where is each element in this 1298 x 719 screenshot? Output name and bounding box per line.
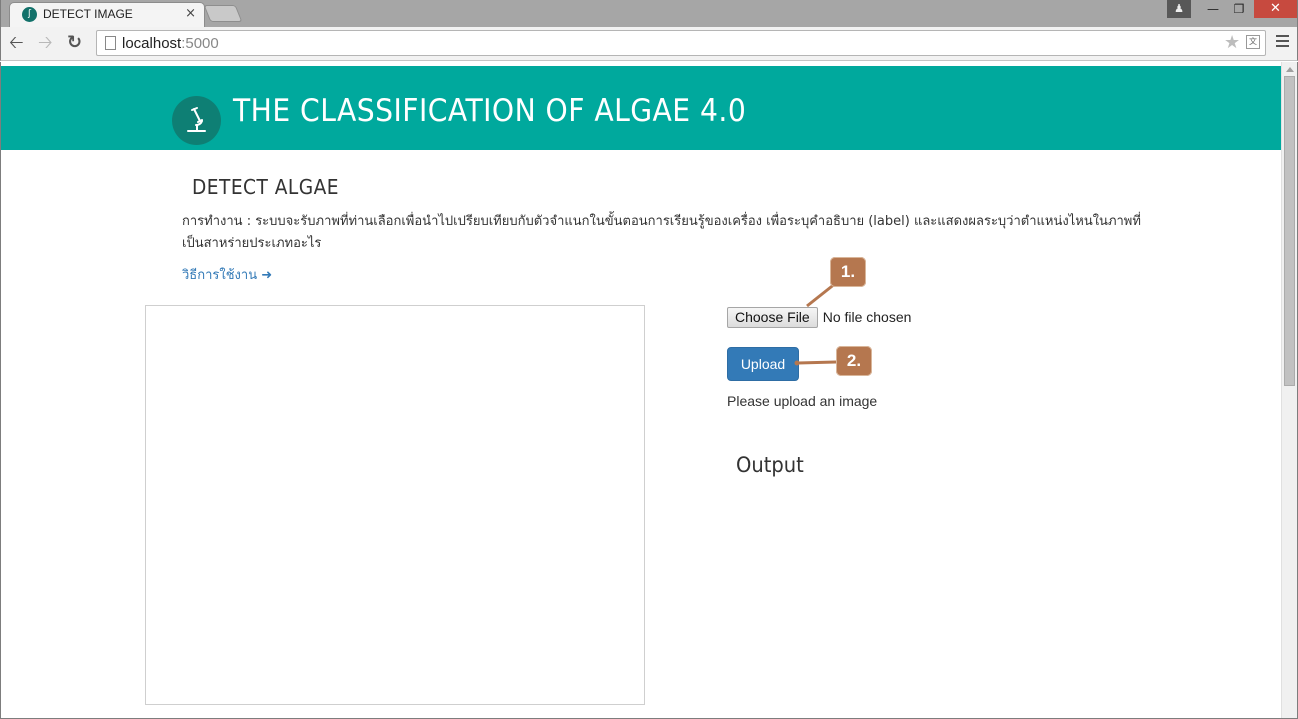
file-status-text: No file chosen (822, 309, 912, 325)
address-bar[interactable]: localhost:5000 ★ 文 (96, 30, 1266, 56)
scroll-thumb[interactable] (1284, 76, 1295, 386)
choose-file-button[interactable]: Choose File (727, 306, 818, 328)
arrow-right-icon: ➜ (261, 268, 273, 283)
menu-icon[interactable] (1276, 35, 1289, 50)
page-viewport: THE CLASSIFICATION OF ALGAE 4.0 DETECT A… (0, 62, 1298, 719)
minimize-window-icon[interactable]: — (1200, 0, 1226, 18)
scroll-up-arrow-icon[interactable] (1286, 67, 1294, 72)
star-icon[interactable]: ★ (1224, 32, 1240, 53)
how-to-use-label: วิธีการใช้งาน (182, 268, 258, 283)
output-title: Output (736, 453, 804, 477)
step-1-callout: 1. (830, 257, 866, 287)
upload-status-text: Please upload an image (727, 393, 878, 409)
browser-tab[interactable]: ʃ DETECT IMAGE × (9, 2, 205, 28)
browser-titlebar: ʃ DETECT IMAGE × ♟ — ❐ ✕ (0, 0, 1298, 28)
page-title: THE CLASSIFICATION OF ALGAE 4.0 (233, 93, 747, 129)
browser-toolbar: 🡠 🡢 ↻ localhost:5000 ★ 文 (0, 27, 1298, 61)
back-arrow-icon[interactable]: 🡠 (9, 32, 24, 54)
upload-button[interactable]: Upload (727, 347, 799, 381)
header-banner: THE CLASSIFICATION OF ALGAE 4.0 (1, 66, 1281, 150)
step-2-callout: 2. (836, 346, 872, 376)
forward-arrow-icon[interactable]: 🡢 (38, 32, 53, 54)
close-window-icon[interactable]: ✕ (1254, 0, 1297, 18)
tab-close-icon[interactable]: × (185, 6, 196, 21)
url-port: :5000 (181, 35, 219, 52)
reload-icon[interactable]: ↻ (67, 32, 82, 54)
url-text[interactable]: localhost:5000 (122, 35, 219, 52)
url-host: localhost (122, 35, 182, 52)
section-title: DETECT ALGAE (192, 175, 340, 199)
tab-favicon-icon: ʃ (22, 7, 37, 22)
user-profile-icon[interactable]: ♟ (1167, 0, 1191, 18)
translate-icon[interactable]: 文 (1246, 35, 1260, 49)
page-icon (105, 36, 116, 50)
microscope-icon (172, 96, 221, 145)
description-text: การทำงาน : ระบบจะรับภาพที่ท่านเลือกเพื่อ… (182, 214, 1141, 251)
file-input[interactable]: Choose File No file chosen (727, 306, 911, 328)
vertical-scrollbar[interactable] (1281, 62, 1297, 718)
tab-title: DETECT IMAGE (43, 7, 133, 21)
restore-window-icon[interactable]: ❐ (1226, 0, 1252, 18)
how-to-use-link[interactable]: วิธีการใช้งาน ➜ (182, 264, 272, 285)
new-tab-button[interactable] (203, 5, 243, 22)
image-preview-box (145, 305, 645, 705)
